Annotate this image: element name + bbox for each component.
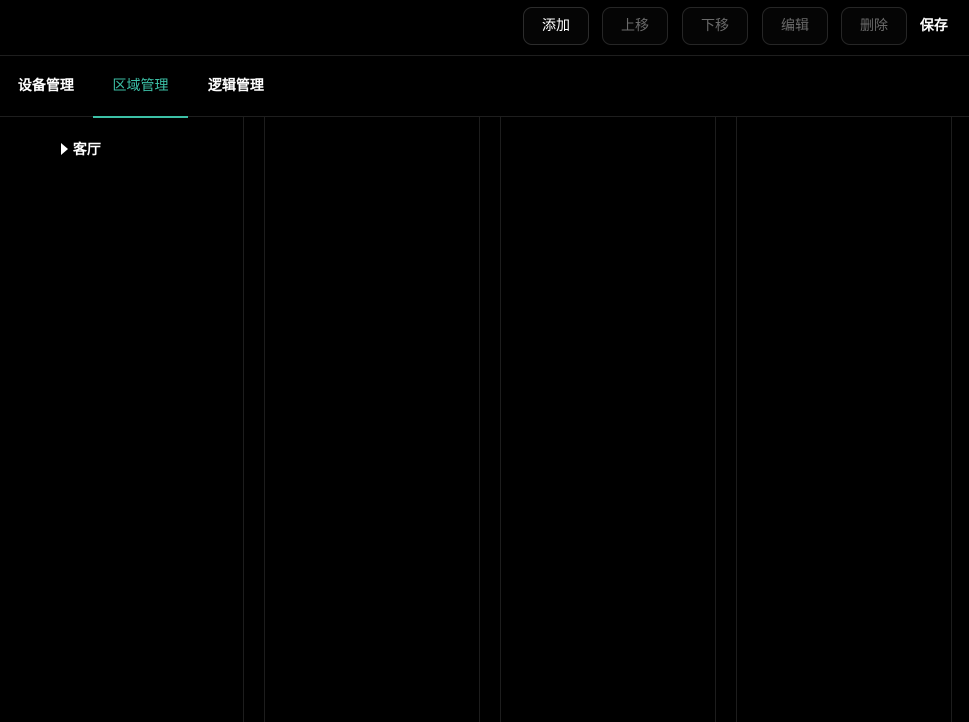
tab-area-management[interactable]: 区域管理 (93, 56, 188, 118)
save-button[interactable]: 保存 (920, 7, 969, 45)
tab-label: 设备管理 (18, 78, 74, 94)
edit-button[interactable]: 编辑 (762, 7, 828, 45)
column-divider (951, 117, 952, 722)
tab-label: 区域管理 (112, 78, 169, 94)
toolbar: 添加 上移 下移 编辑 删除 保存 (0, 0, 969, 56)
column-divider (715, 117, 716, 722)
column-divider (736, 117, 737, 722)
add-button[interactable]: 添加 (523, 7, 589, 45)
active-tab-indicator (93, 116, 188, 118)
caret-right-icon[interactable] (61, 143, 68, 155)
delete-button[interactable]: 删除 (841, 7, 907, 45)
move-down-button[interactable]: 下移 (682, 7, 748, 45)
tab-device-management[interactable]: 设备管理 (18, 56, 74, 117)
tab-bar: 设备管理 区域管理 逻辑管理 (0, 56, 969, 118)
column-divider (264, 117, 265, 722)
column-divider (500, 117, 501, 722)
tree-node-living-room[interactable]: 客厅 (61, 138, 101, 160)
column-divider (243, 117, 244, 722)
move-up-button[interactable]: 上移 (602, 7, 668, 45)
column-divider (479, 117, 480, 722)
tree-node-label: 客厅 (73, 142, 101, 158)
tab-label: 逻辑管理 (208, 78, 264, 94)
tab-logic-management[interactable]: 逻辑管理 (208, 56, 264, 117)
